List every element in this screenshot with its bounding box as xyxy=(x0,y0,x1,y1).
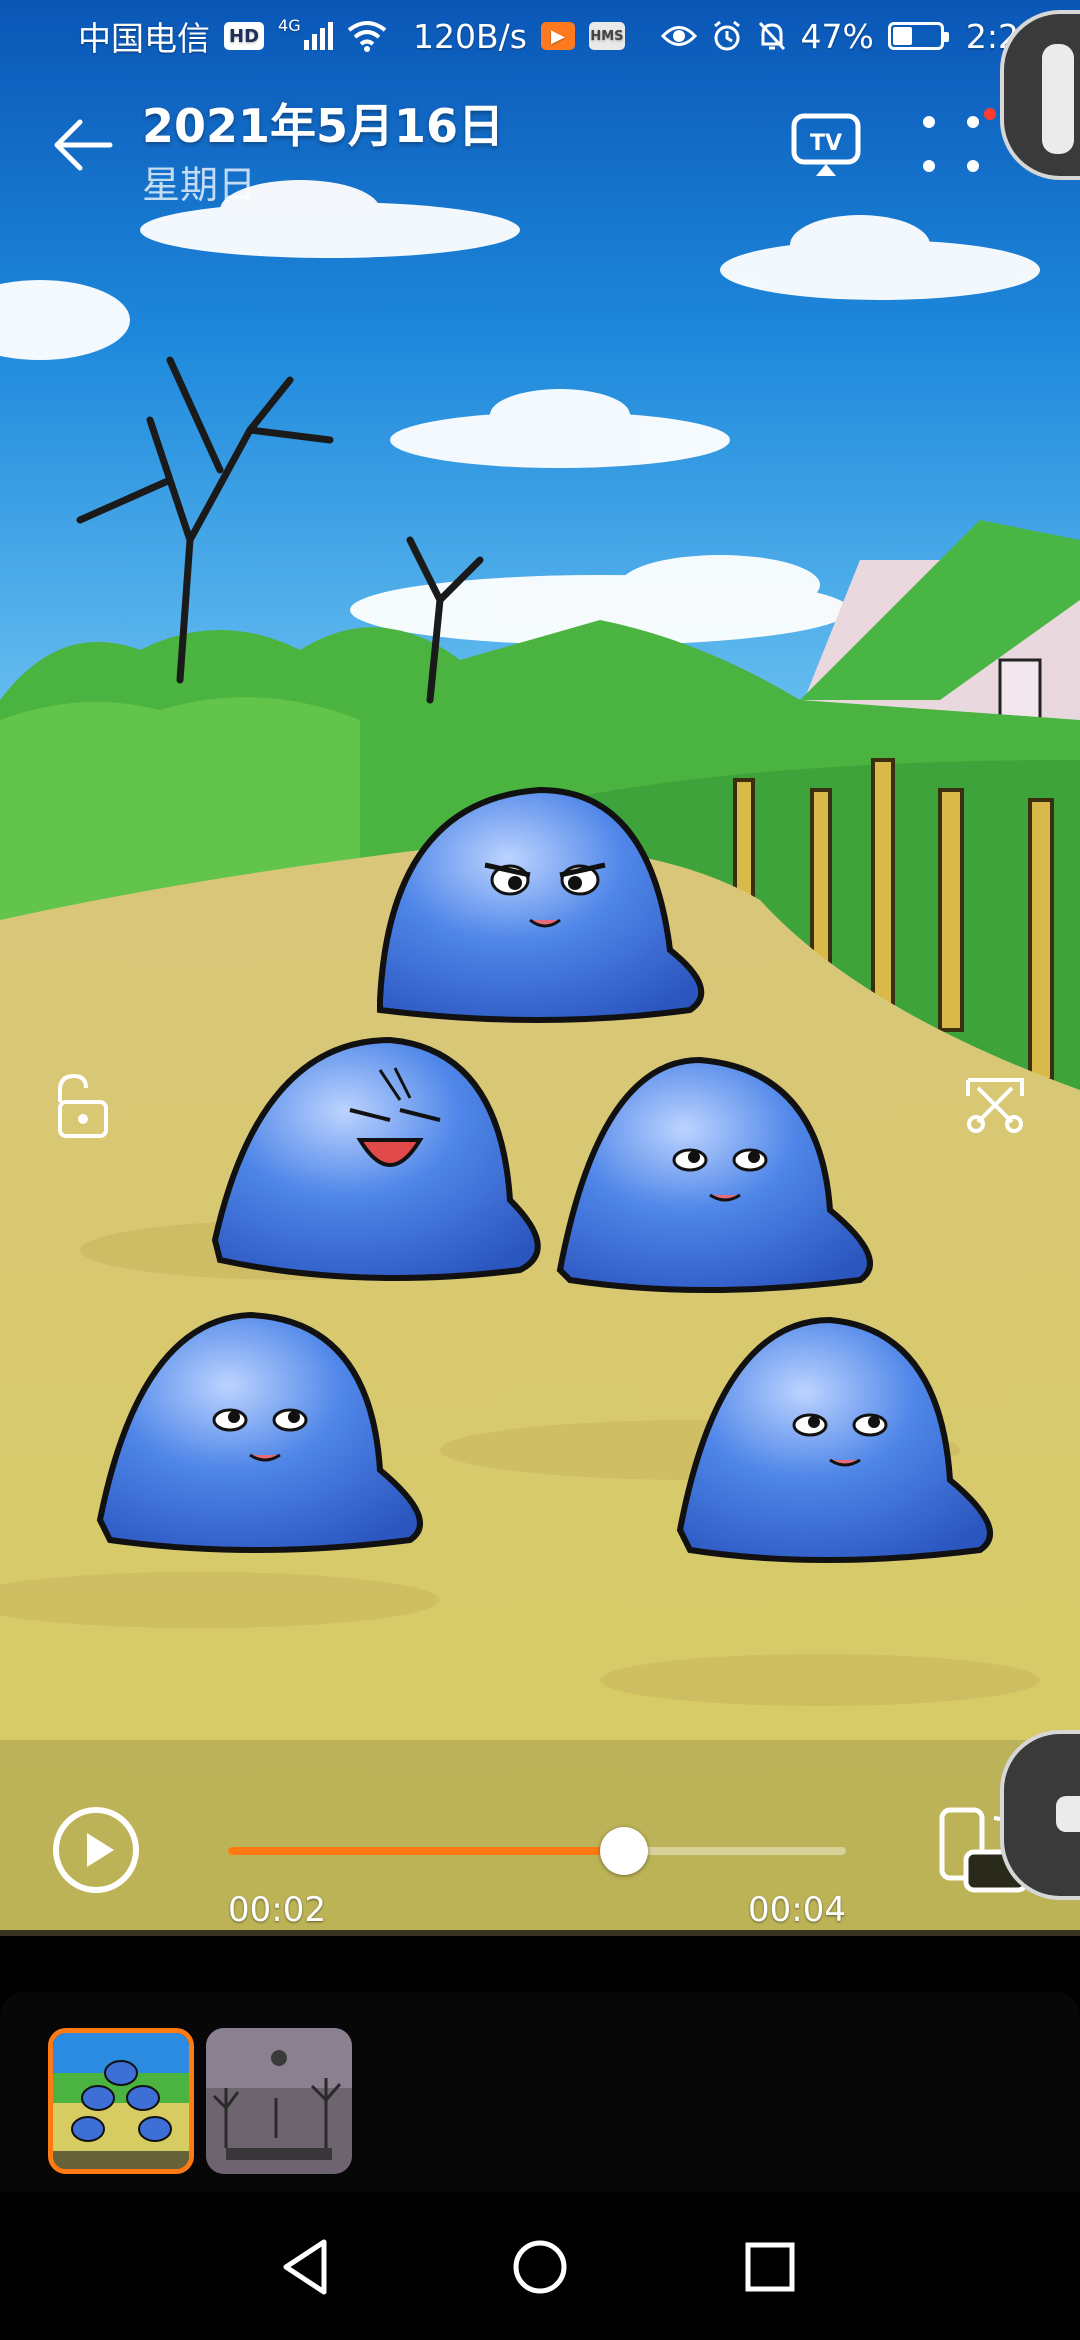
thumbnail-2-image xyxy=(206,2028,352,2174)
player-controls: 00:02 00:04 xyxy=(0,1790,1080,1940)
thumbnail-strip xyxy=(0,1992,1080,2192)
progress-fill xyxy=(228,1847,624,1855)
more-options-icon[interactable] xyxy=(915,108,987,180)
battery-icon xyxy=(887,22,949,50)
system-navigation-bar xyxy=(0,2192,1080,2340)
signal-icon: 4G xyxy=(278,16,334,50)
floating-assistant-ball-bottom[interactable] xyxy=(1000,1730,1080,1900)
top-bar: 2021年5月16日 星期日 TV xyxy=(0,80,1080,210)
page-subtitle: 星期日 xyxy=(142,163,257,207)
current-time: 00:02 xyxy=(228,1890,326,1930)
hd-badge: HD xyxy=(224,22,265,50)
trim-scissors-icon[interactable] xyxy=(962,1070,1028,1136)
video-illustration xyxy=(0,0,1080,1930)
alarm-icon xyxy=(713,20,740,51)
recents-square-icon[interactable] xyxy=(735,2232,805,2302)
thumbnail-item[interactable] xyxy=(206,2028,352,2174)
notification-dot xyxy=(984,108,996,120)
video-app-icon: ▶ xyxy=(540,22,575,50)
carrier-name: 中国电信 xyxy=(78,19,210,58)
progress-slider[interactable] xyxy=(228,1827,846,1875)
strip-divider xyxy=(0,1930,1080,1936)
back-arrow-icon[interactable] xyxy=(48,110,118,180)
page-title: 2021年5月16日 xyxy=(142,99,505,153)
unlock-icon[interactable] xyxy=(50,1070,114,1142)
back-triangle-icon[interactable] xyxy=(272,2232,342,2302)
play-button[interactable] xyxy=(52,1806,140,1894)
progress-handle[interactable] xyxy=(599,1827,648,1875)
total-time: 00:04 xyxy=(748,1890,846,1930)
home-circle-icon[interactable] xyxy=(505,2232,575,2302)
network-type-label: 4G xyxy=(278,16,301,35)
network-speed: 120B/s xyxy=(413,16,527,56)
mute-icon xyxy=(758,21,785,51)
thumbnail-selected[interactable] xyxy=(48,2028,194,2174)
thumbnail-1-image xyxy=(53,2033,189,2169)
svg-text:TV: TV xyxy=(810,131,842,156)
battery-percent: 47% xyxy=(800,16,874,56)
video-frame[interactable] xyxy=(0,0,1080,1930)
floating-assistant-ball[interactable] xyxy=(1000,10,1080,180)
tv-cast-icon[interactable]: TV xyxy=(790,110,862,182)
status-bar: 中国电信 HD 4G 120B/s ▶ HMS 47% 2:21 xyxy=(0,0,1080,72)
eye-icon xyxy=(660,26,697,46)
wifi-icon xyxy=(347,21,387,52)
hms-icon: HMS xyxy=(588,22,625,50)
